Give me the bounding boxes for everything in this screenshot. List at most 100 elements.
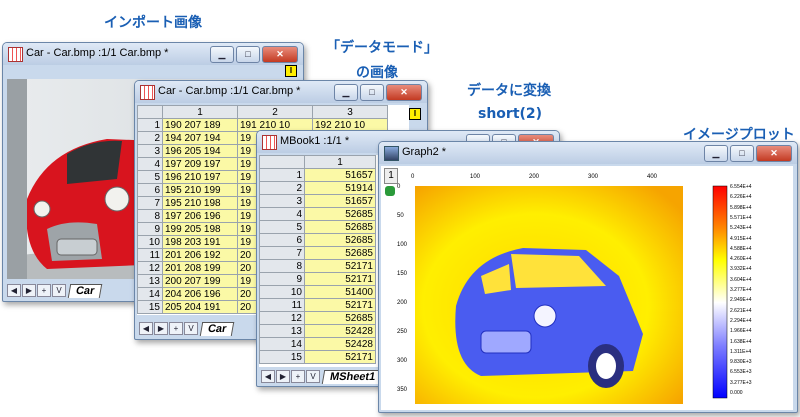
sheet-list-button[interactable]: V (52, 284, 66, 297)
table-cell[interactable]: 204 206 196 (162, 287, 238, 301)
add-sheet-button[interactable]: + (37, 284, 51, 297)
row-header[interactable]: 1 (259, 168, 305, 182)
table-cell[interactable]: 51914 (304, 181, 376, 195)
row-header[interactable]: 5 (259, 220, 305, 234)
table-cell[interactable]: 200 207 199 (162, 274, 238, 288)
close-button[interactable]: ✕ (386, 84, 422, 101)
row-header[interactable]: 15 (137, 300, 163, 314)
table-cell[interactable]: 196 210 197 (162, 170, 238, 184)
column-header[interactable]: 1 (304, 155, 376, 169)
table-row[interactable]: 12 52685 (259, 311, 376, 325)
tab-nav-prev[interactable]: ◀ (261, 370, 275, 383)
row-header[interactable]: 14 (137, 287, 163, 301)
data-mode-icon[interactable]: I (285, 65, 297, 77)
row-header[interactable]: 8 (259, 259, 305, 273)
table-row[interactable]: 4 52685 (259, 207, 376, 221)
table-cell[interactable]: 52685 (304, 246, 376, 260)
row-header[interactable]: 12 (137, 261, 163, 275)
table-cell[interactable]: 195 210 198 (162, 196, 238, 210)
row-header[interactable]: 3 (259, 194, 305, 208)
table-cell[interactable]: 198 203 191 (162, 235, 238, 249)
tab-car[interactable]: Car (199, 321, 235, 336)
minimize-button[interactable]: ▁ (210, 46, 234, 63)
corner-cell[interactable] (137, 105, 163, 119)
table-cell[interactable]: 196 205 194 (162, 144, 238, 158)
row-header[interactable]: 2 (137, 131, 163, 145)
tab-msheet1[interactable]: MSheet1 (321, 369, 384, 384)
row-header[interactable]: 4 (259, 207, 305, 221)
row-header[interactable]: 11 (137, 248, 163, 262)
minimize-button[interactable]: ▁ (334, 84, 358, 101)
table-cell[interactable]: 51657 (304, 194, 376, 208)
tab-nav-next[interactable]: ▶ (22, 284, 36, 297)
row-header[interactable]: 9 (259, 272, 305, 286)
row-header[interactable]: 15 (259, 350, 305, 364)
row-header[interactable]: 6 (259, 233, 305, 247)
tab-nav-next[interactable]: ▶ (154, 322, 168, 335)
table-cell[interactable]: 51400 (304, 285, 376, 299)
row-header[interactable]: 10 (137, 235, 163, 249)
table-row[interactable]: 9 52171 (259, 272, 376, 286)
add-sheet-button[interactable]: + (169, 322, 183, 335)
table-cell[interactable]: 52171 (304, 259, 376, 273)
row-header[interactable]: 12 (259, 311, 305, 325)
table-cell[interactable]: 52171 (304, 298, 376, 312)
sheet-list-button[interactable]: V (184, 322, 198, 335)
maximize-button[interactable]: □ (236, 46, 260, 63)
close-button[interactable]: ✕ (756, 145, 792, 162)
table-cell[interactable]: 201 208 199 (162, 261, 238, 275)
title-bar[interactable]: Car - Car.bmp :1/1 Car.bmp * ▁ □ ✕ (135, 81, 427, 103)
row-header[interactable]: 7 (137, 196, 163, 210)
minimize-button[interactable]: ▁ (704, 145, 728, 162)
table-row[interactable]: 5 52685 (259, 220, 376, 234)
row-header[interactable]: 9 (137, 222, 163, 236)
data-mode-icon[interactable]: I (409, 108, 421, 120)
title-bar[interactable]: Car - Car.bmp :1/1 Car.bmp * ▁ □ ✕ (3, 43, 303, 65)
add-sheet-button[interactable]: + (291, 370, 305, 383)
table-cell[interactable]: 52685 (304, 207, 376, 221)
row-header[interactable]: 13 (137, 274, 163, 288)
row-header[interactable]: 7 (259, 246, 305, 260)
row-header[interactable]: 3 (137, 144, 163, 158)
table-row[interactable]: 7 52685 (259, 246, 376, 260)
close-button[interactable]: ✕ (262, 46, 298, 63)
column-header[interactable]: 2 (237, 105, 313, 119)
mbook-grid[interactable]: 1 1 51657 2 51914 3 51657 4 52685 5 52685 6 52685 7 5… (259, 155, 376, 364)
corner-cell[interactable] (259, 155, 305, 169)
row-header[interactable]: 10 (259, 285, 305, 299)
column-header[interactable]: 1 (162, 105, 238, 119)
table-cell[interactable]: 52428 (304, 324, 376, 338)
table-row[interactable]: 2 51914 (259, 181, 376, 195)
table-cell[interactable]: 52428 (304, 337, 376, 351)
table-row[interactable]: 8 52171 (259, 259, 376, 273)
table-row[interactable]: 14 52428 (259, 337, 376, 351)
row-header[interactable]: 4 (137, 157, 163, 171)
table-row[interactable]: 15 52171 (259, 350, 376, 364)
row-header[interactable]: 13 (259, 324, 305, 338)
row-header[interactable]: 5 (137, 170, 163, 184)
table-cell[interactable]: 194 207 194 (162, 131, 238, 145)
row-header[interactable]: 6 (137, 183, 163, 197)
table-cell[interactable]: 195 210 199 (162, 183, 238, 197)
tab-car[interactable]: Car (67, 283, 103, 298)
sheet-list-button[interactable]: V (306, 370, 320, 383)
table-cell[interactable]: 201 206 192 (162, 248, 238, 262)
table-cell[interactable]: 52171 (304, 350, 376, 364)
title-bar[interactable]: Graph2 * ▁ □ ✕ (379, 142, 797, 164)
table-cell[interactable]: 190 207 189 (162, 118, 238, 132)
table-cell[interactable]: 51657 (304, 168, 376, 182)
table-row[interactable]: 13 52428 (259, 324, 376, 338)
table-cell[interactable]: 52685 (304, 233, 376, 247)
table-cell[interactable]: 205 204 191 (162, 300, 238, 314)
table-row[interactable]: 11 52171 (259, 298, 376, 312)
table-cell[interactable]: 199 205 198 (162, 222, 238, 236)
row-header[interactable]: 2 (259, 181, 305, 195)
table-row[interactable]: 1 51657 (259, 168, 376, 182)
row-header[interactable]: 1 (137, 118, 163, 132)
row-header[interactable]: 14 (259, 337, 305, 351)
table-cell[interactable]: 197 209 197 (162, 157, 238, 171)
graph-page[interactable]: 1 0 100 200 300 400 0 50 100 150 200 250… (381, 166, 793, 410)
table-cell[interactable]: 52685 (304, 220, 376, 234)
tab-nav-prev[interactable]: ◀ (139, 322, 153, 335)
maximize-button[interactable]: □ (360, 84, 384, 101)
